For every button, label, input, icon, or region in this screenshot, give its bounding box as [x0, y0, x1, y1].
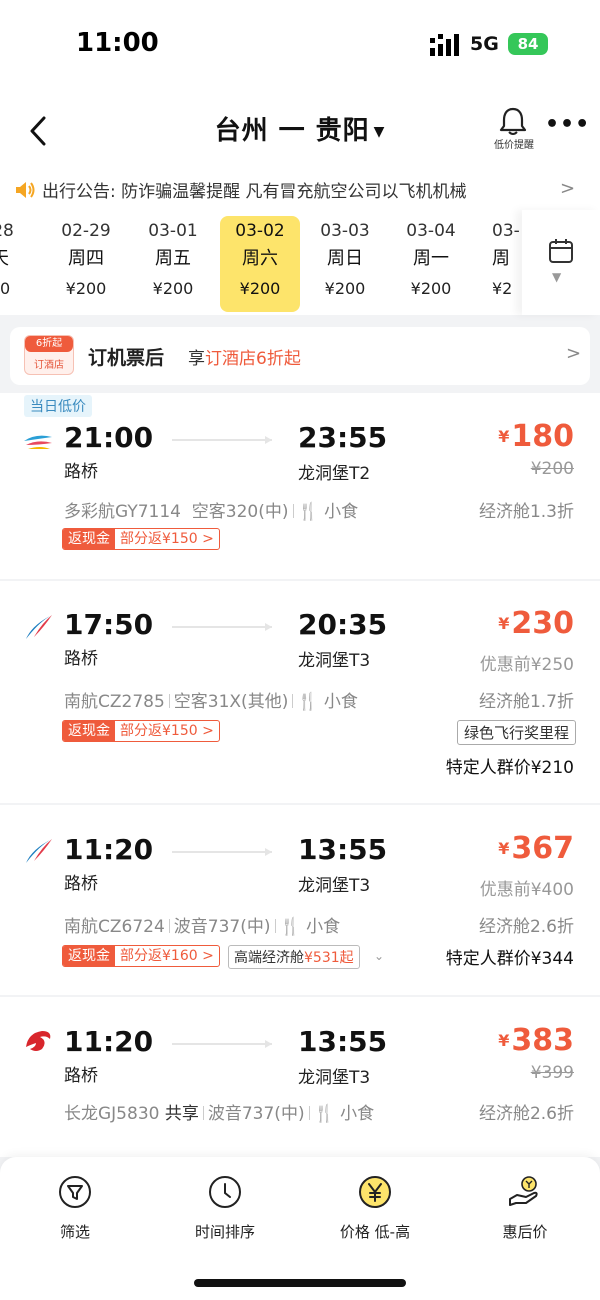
hotel-promo-banner[interactable]: 6折起 订酒店 订机票后 享订酒店6折起 > [10, 327, 590, 385]
meal-icon: 🍴 [297, 502, 319, 522]
route-arrow: 一 [278, 116, 306, 146]
hotel-discount-badge: 6折起 订酒店 [24, 335, 74, 375]
departure-airport: 路桥 [64, 1066, 98, 1086]
meal-icon: 🍴 [297, 692, 319, 712]
meal-icon: 🍴 [313, 1104, 335, 1124]
route-line [172, 623, 272, 631]
discounted-price-button[interactable]: 惠后价 [455, 1175, 595, 1242]
route-line [172, 848, 272, 856]
price-before-discount: 优惠前¥400 [479, 880, 574, 900]
route-line [172, 1040, 272, 1048]
arrival-time: 13:55 [298, 833, 388, 866]
status-time: 11:00 [76, 28, 159, 58]
departure-time: 17:50 [64, 608, 154, 641]
flight-price: ¥230 [498, 606, 574, 641]
special-group-price: 特定人群价¥210 [445, 758, 574, 778]
clock-icon [209, 1176, 241, 1208]
arrival-airport: 龙洞堡T3 [298, 1068, 371, 1088]
price-before-discount: 优惠前¥250 [479, 655, 574, 675]
cashback-tag[interactable]: 返现金 部分返¥150 > [62, 528, 220, 550]
loong-air-logo-icon [26, 1031, 51, 1051]
chevron-down-icon[interactable]: ⌄ [374, 949, 384, 963]
sort-by-time-button[interactable]: 时间排序 [155, 1175, 295, 1242]
flight-price: ¥180 [498, 419, 574, 454]
price-alert-label[interactable]: 低价提醒 [484, 136, 544, 151]
notice-bar[interactable]: 出行公告: 防诈骗温馨提醒 凡有冒充航空公司以飞机机械 > [0, 170, 600, 210]
flight-card[interactable]: 当日低价 21:00 23:55 路桥 龙洞堡T2 ¥180 ¥200 多彩航G… [0, 393, 600, 579]
flight-info: 南航CZ2785 空客31X(其他) 🍴 小食 [64, 692, 358, 712]
flight-price: ¥383 [498, 1023, 574, 1058]
date-item-selected[interactable]: 03-02 周六 ¥200 [220, 216, 300, 312]
departure-airport: 路桥 [64, 462, 98, 482]
departure-airport: 路桥 [64, 874, 98, 894]
sort-by-price-button[interactable]: 价格 低-高 [305, 1175, 445, 1242]
flight-price: ¥367 [498, 831, 574, 866]
filter-button[interactable]: 筛选 [5, 1175, 145, 1242]
date-item[interactable]: 03-03 周日 ¥200 [305, 216, 385, 312]
chevron-right-icon: > [566, 343, 582, 364]
departure-airport: 路桥 [64, 649, 98, 669]
destination-city: 贵阳 [315, 116, 370, 146]
cashback-tag[interactable]: 返现金 部分返¥150 > [62, 720, 220, 742]
arrival-airport: 龙洞堡T3 [298, 876, 371, 896]
china-southern-logo-icon [26, 615, 52, 639]
premium-economy-tag[interactable]: 高端经济舱¥531起 [228, 945, 360, 969]
calendar-button[interactable]: ▼ [522, 210, 600, 315]
promo-subtitle: 享订酒店6折起 [188, 349, 301, 369]
cabin-class: 经济舱2.6折 [478, 917, 574, 937]
departure-time: 11:20 [64, 1025, 154, 1058]
date-item[interactable]: 03-04 周一 ¥200 [391, 216, 471, 312]
special-group-price: 特定人群价¥344 [445, 949, 574, 969]
departure-time: 21:00 [64, 421, 154, 454]
departure-time: 11:20 [64, 833, 154, 866]
bell-icon[interactable] [496, 106, 530, 136]
network-label: 5G [470, 33, 499, 55]
caret-down-icon: ▼ [373, 123, 386, 140]
calendar-icon [549, 239, 573, 263]
chevron-right-icon[interactable]: > [560, 178, 575, 199]
china-southern-logo-icon [26, 839, 52, 863]
flight-card[interactable]: 17:50 20:35 路桥 龙洞堡T3 ¥230 优惠前¥250 南航CZ27… [0, 581, 600, 803]
yen-icon [359, 1176, 391, 1208]
arrival-time: 13:55 [298, 1025, 388, 1058]
speaker-icon [16, 182, 35, 198]
status-bar: 11:00 5G 84 [0, 0, 600, 90]
origin-city: 台州 [214, 116, 269, 146]
green-mileage-tag: 绿色飞行奖里程 [456, 720, 576, 745]
date-selector: -28 天 00 02-29 周四 ¥200 03-01 周五 ¥200 03-… [0, 210, 600, 315]
original-price: ¥399 [530, 1063, 574, 1083]
signal-icon [430, 34, 459, 56]
colorful-guizhou-airlines-logo-icon [24, 435, 52, 449]
cabin-class: 经济舱1.7折 [478, 692, 574, 712]
caret-down-icon: ▼ [552, 270, 562, 284]
flight-info: 多彩航GY7114 空客320(中) 🍴 小食 [64, 502, 359, 522]
cabin-class: 经济舱1.3折 [478, 502, 574, 522]
flight-card[interactable]: 11:20 13:55 路桥 龙洞堡T3 ¥367 优惠前¥400 南航CZ67… [0, 805, 600, 995]
notice-text: 出行公告: 防诈骗温馨提醒 凡有冒充航空公司以飞机机械 [42, 182, 467, 202]
date-item[interactable]: -28 天 00 [0, 216, 40, 312]
promo-title: 订机票后 [88, 347, 165, 369]
cashback-tag[interactable]: 返现金 部分返¥160 > [62, 945, 220, 967]
arrival-time: 20:35 [298, 608, 388, 641]
cabin-class: 经济舱2.6折 [478, 1104, 574, 1124]
original-price: ¥200 [530, 459, 574, 479]
arrival-time: 23:55 [298, 421, 388, 454]
meal-icon: 🍴 [279, 917, 301, 937]
nav-header: 台州一贵阳 ▼ 低价提醒 ••• [0, 90, 600, 170]
filter-icon [59, 1176, 91, 1208]
low-price-tag: 当日低价 [24, 395, 92, 417]
flight-info: 南航CZ6724 波音737(中) 🍴 小食 [64, 917, 341, 937]
date-item[interactable]: 03-01 周五 ¥200 [133, 216, 213, 312]
route-line [172, 436, 272, 444]
more-icon[interactable]: ••• [545, 112, 590, 137]
arrival-airport: 龙洞堡T3 [298, 651, 371, 671]
date-item[interactable]: 02-29 周四 ¥200 [46, 216, 126, 312]
flight-card[interactable]: 11:20 13:55 路桥 龙洞堡T3 ¥383 ¥399 长龙GJ5830 … [0, 997, 600, 1157]
flight-info: 长龙GJ5830 共享 波音737(中) 🍴 小食 [64, 1104, 375, 1124]
home-indicator[interactable] [194, 1279, 406, 1287]
money-hand-icon [509, 1176, 538, 1206]
arrival-airport: 龙洞堡T2 [298, 464, 371, 484]
battery-indicator: 84 [508, 33, 548, 55]
